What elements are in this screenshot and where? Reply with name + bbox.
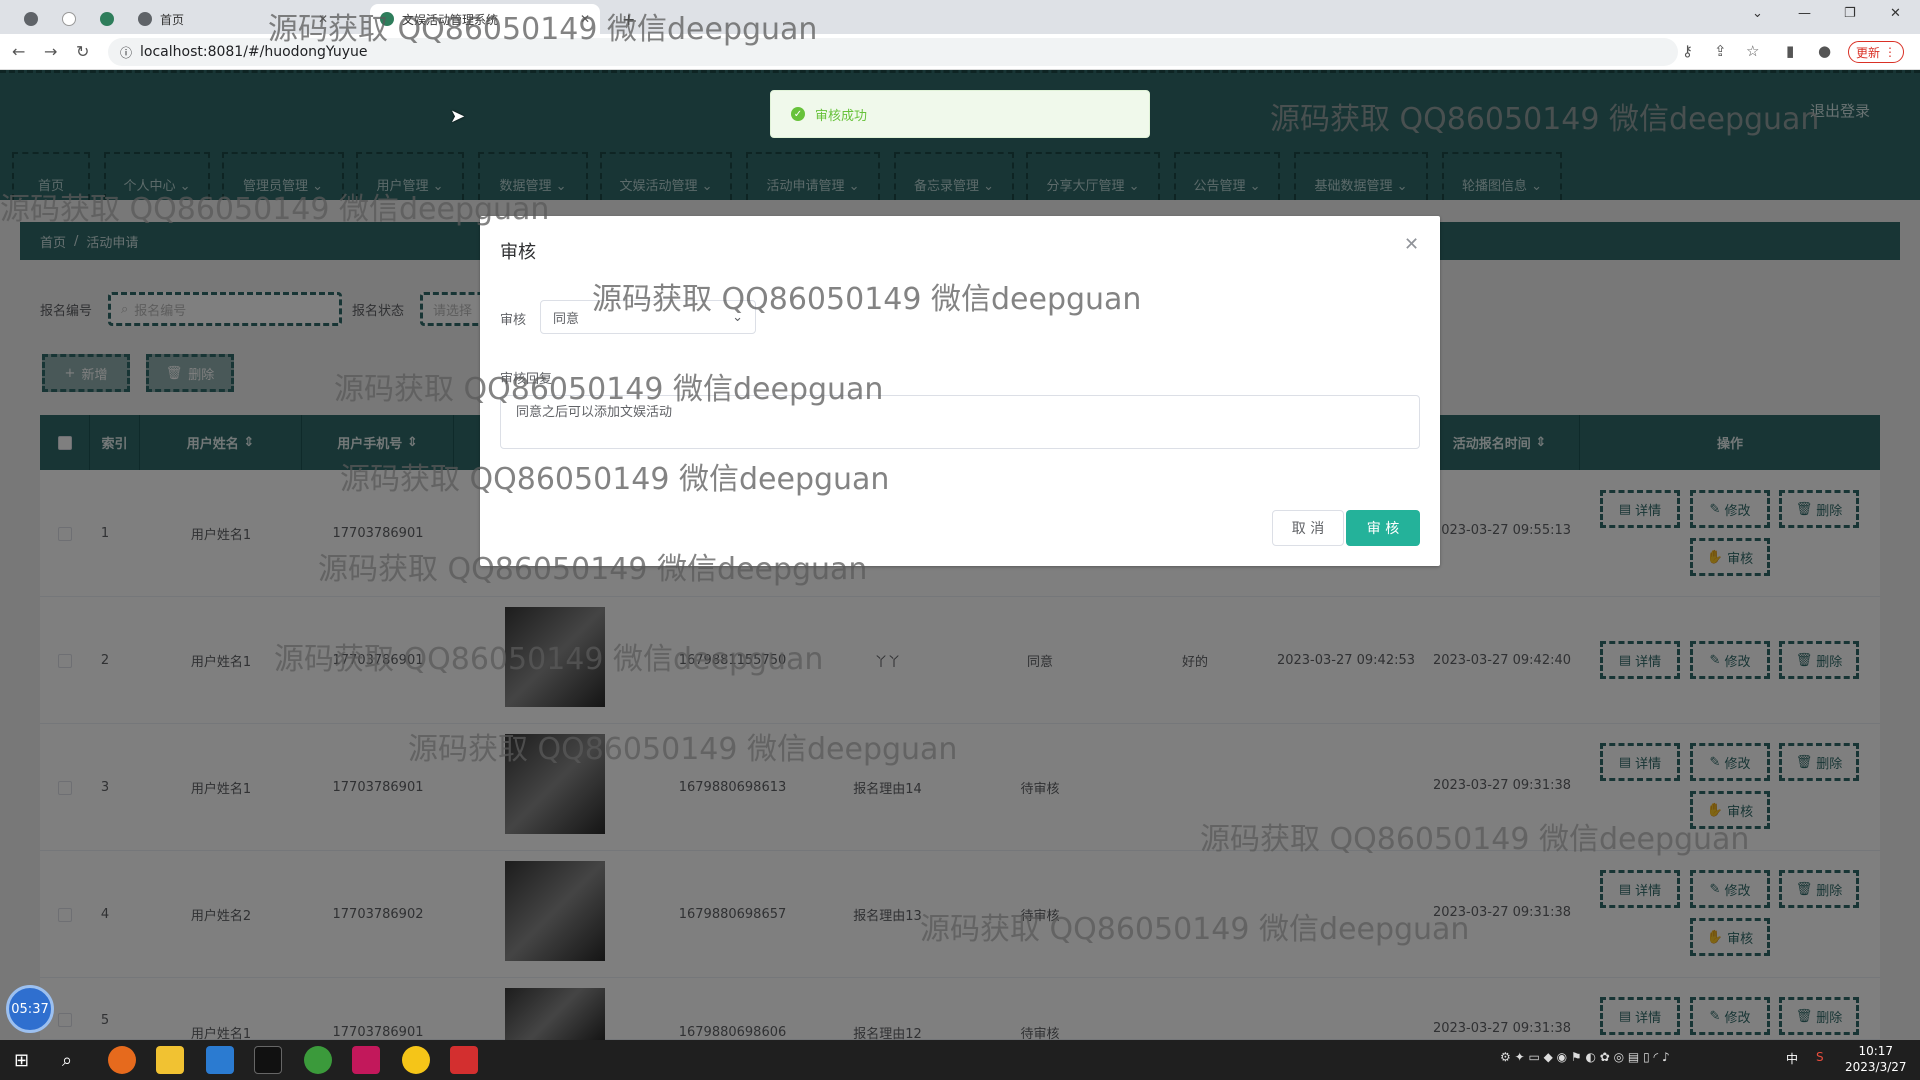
firefox-icon[interactable] <box>108 1046 136 1074</box>
windows-start-icon[interactable]: ⊞ <box>14 1050 29 1071</box>
close-window-icon[interactable]: ✕ <box>1890 6 1901 21</box>
watermark: 源码获取 QQ86050149 微信deepguan <box>0 192 550 227</box>
confirm-audit-button[interactable]: 审 核 <box>1346 510 1420 546</box>
restore-icon[interactable]: ❐ <box>1844 6 1856 21</box>
clock[interactable]: 10:17 2023/3/27 <box>1845 1043 1907 1075</box>
share-icon[interactable]: ⇪ <box>1714 42 1727 60</box>
forward-icon[interactable]: → <box>44 42 57 61</box>
tab-back-icon[interactable] <box>14 4 48 34</box>
watermark: 源码获取 QQ86050149 微信deepguan <box>268 12 818 47</box>
globe-icon <box>138 12 152 26</box>
key-icon[interactable]: ⚷ <box>1682 42 1693 60</box>
minimize-icon[interactable]: — <box>1798 6 1811 21</box>
watermark: 源码获取 QQ86050149 微信deepguan <box>340 462 890 497</box>
sogou-icon[interactable]: S <box>1816 1050 1824 1064</box>
watermark: 源码获取 QQ86050149 微信deepguan <box>334 372 884 407</box>
intellij-icon[interactable] <box>352 1046 380 1074</box>
tray-icons[interactable]: ⚙ ✦ ▭ ◆ ◉ ⚑ ◐ ✿ ◎ ▤ ▯ ◜ ♪ <box>1500 1050 1670 1064</box>
watermark: 源码获取 QQ86050149 微信deepguan <box>318 552 868 587</box>
watermark: 源码获取 QQ86050149 微信deepguan <box>274 642 824 677</box>
watermark: 源码获取 QQ86050149 微信deepguan <box>1200 822 1750 857</box>
tab-pinned[interactable] <box>52 4 86 34</box>
close-icon[interactable]: ✕ <box>1404 234 1419 255</box>
info-icon: ⓘ <box>120 45 133 60</box>
chrome-icon[interactable] <box>304 1046 332 1074</box>
watermark: 源码获取 QQ86050149 微信deepguan <box>592 282 1142 317</box>
chevron-down-icon[interactable]: ⌄ <box>1752 6 1763 21</box>
tab-pinned-vue[interactable] <box>90 4 124 34</box>
folder-icon[interactable] <box>156 1046 184 1074</box>
sidebar-icon[interactable]: ▮ <box>1786 42 1794 60</box>
watermark: 源码获取 QQ86050149 微信deepguan <box>920 912 1470 947</box>
dialog-title: 审核 <box>500 242 536 263</box>
check-circle-icon: ✓ <box>791 107 805 121</box>
update-button[interactable]: 更新 ⋮ <box>1848 41 1904 63</box>
wps-icon[interactable] <box>450 1046 478 1074</box>
watermark: 源码获取 QQ86050149 微信deepguan <box>1270 102 1820 137</box>
recording-timer: 05:37 <box>6 985 54 1033</box>
profile-icon[interactable]: ● <box>1818 42 1831 60</box>
app-icon[interactable] <box>402 1046 430 1074</box>
ime-indicator[interactable]: 中 <box>1786 1050 1798 1067</box>
search-icon[interactable]: ⌕ <box>62 1050 72 1071</box>
success-toast: ✓ 审核成功 <box>770 90 1150 138</box>
terminal-icon[interactable] <box>254 1046 282 1074</box>
audit-field-label: 审核 <box>500 313 527 328</box>
cursor-icon: ➤ <box>450 106 466 127</box>
reload-icon[interactable]: ↻ <box>76 42 89 61</box>
star-icon[interactable]: ☆ <box>1746 42 1759 60</box>
back-icon[interactable]: ← <box>12 42 25 61</box>
cancel-button[interactable]: 取 消 <box>1272 510 1344 546</box>
vscode-icon[interactable] <box>206 1046 234 1074</box>
watermark: 源码获取 QQ86050149 微信deepguan <box>408 732 958 767</box>
